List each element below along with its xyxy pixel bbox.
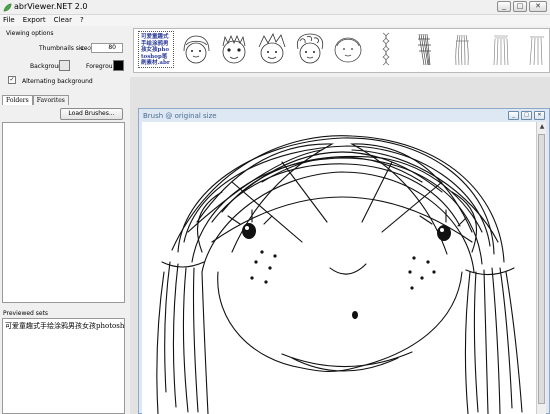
brush-thumb-ponytail[interactable] — [406, 31, 442, 68]
menu-file[interactable]: File — [3, 15, 15, 26]
background-color-swatch[interactable] — [59, 60, 70, 71]
app-leaf-icon — [3, 3, 12, 12]
menu-bar: File Export Clear ? — [0, 15, 550, 26]
brush-thumb-round-face[interactable] — [330, 31, 366, 68]
previewed-set-item[interactable]: 可爱童趣式手绘涂鸦男孩女孩photoshop笔刷素 — [3, 319, 124, 333]
load-brushes-button[interactable]: Load Brushes... — [60, 108, 123, 120]
thumbnail-size-input[interactable]: 80 — [91, 43, 123, 53]
canvas-vertical-scrollbar[interactable]: ▲ — [536, 122, 546, 414]
nose-dot — [352, 311, 358, 319]
scroll-up-arrow[interactable]: ▲ — [537, 122, 547, 132]
brush-window-title: Brush @ original size — [143, 112, 217, 120]
previewed-sets-label: Previewed sets — [3, 310, 49, 317]
scrollbar-thumb[interactable] — [538, 134, 545, 404]
minimize-button[interactable]: _ — [497, 1, 511, 12]
window-title: abrViewer.NET 2.0 — [14, 2, 88, 11]
alternating-background-label: Alternating background — [22, 78, 93, 85]
menu-export[interactable]: Export — [23, 15, 46, 26]
brush-thumbnail-strip[interactable]: 可爱童趣式手绘涂鸦男孩女孩photoshop笔刷素材.abr — [133, 28, 550, 73]
brush-window-minimize-button[interactable]: _ — [508, 111, 519, 120]
folders-tree[interactable] — [2, 122, 125, 303]
brush-thumb-braid[interactable] — [368, 31, 404, 68]
menu-clear[interactable]: Clear — [54, 15, 72, 26]
viewing-options-group: Viewing options Thumbnails size: <--> 80… — [3, 30, 128, 90]
previewed-sets-list[interactable]: 可爱童趣式手绘涂鸦男孩女孩photoshop笔刷素 — [2, 318, 125, 414]
girl-face-brush-drawing — [156, 135, 523, 414]
smile — [329, 263, 367, 275]
freckle — [260, 250, 264, 254]
menu-help[interactable]: ? — [80, 15, 84, 26]
right-eye — [437, 225, 451, 241]
foreground-color-swatch[interactable] — [113, 60, 124, 71]
brush-canvas — [142, 122, 536, 414]
title-bar: abrViewer.NET 2.0 _ □ ✕ — [0, 0, 550, 15]
window-controls: _ □ ✕ — [497, 1, 547, 12]
tab-favorites[interactable]: Favorites — [32, 95, 69, 105]
viewing-options-heading: Viewing options — [6, 30, 54, 37]
tab-folders[interactable]: Folders — [2, 95, 33, 105]
maximize-button[interactable]: □ — [513, 1, 527, 12]
brush-window-controls: _ □ ✕ — [508, 111, 545, 120]
brush-window-maximize-button[interactable]: □ — [521, 111, 532, 120]
alternating-background-checkbox[interactable]: ✓ — [8, 76, 16, 84]
brush-thumb-hair-lock[interactable] — [520, 31, 550, 68]
brush-window-close-button[interactable]: ✕ — [534, 111, 545, 120]
face-outline — [217, 271, 463, 372]
brush-thumb-set-name[interactable]: 可爱童趣式手绘涂鸦男孩女孩photoshop笔刷素材.abr — [138, 31, 174, 68]
brush-thumb-curly-face[interactable] — [292, 31, 328, 68]
brush-thumb-straight-hair[interactable] — [444, 31, 480, 68]
left-eye — [242, 223, 256, 239]
brush-thumb-hair-bunch[interactable] — [482, 31, 518, 68]
brush-thumb-girl-face[interactable] — [178, 31, 214, 68]
folder-tabs: Folders Favorites — [2, 95, 69, 105]
close-button[interactable]: ✕ — [529, 1, 547, 12]
brush-thumb-spiky-face[interactable] — [254, 31, 290, 68]
brush-thumb-boy-face[interactable] — [216, 31, 252, 68]
